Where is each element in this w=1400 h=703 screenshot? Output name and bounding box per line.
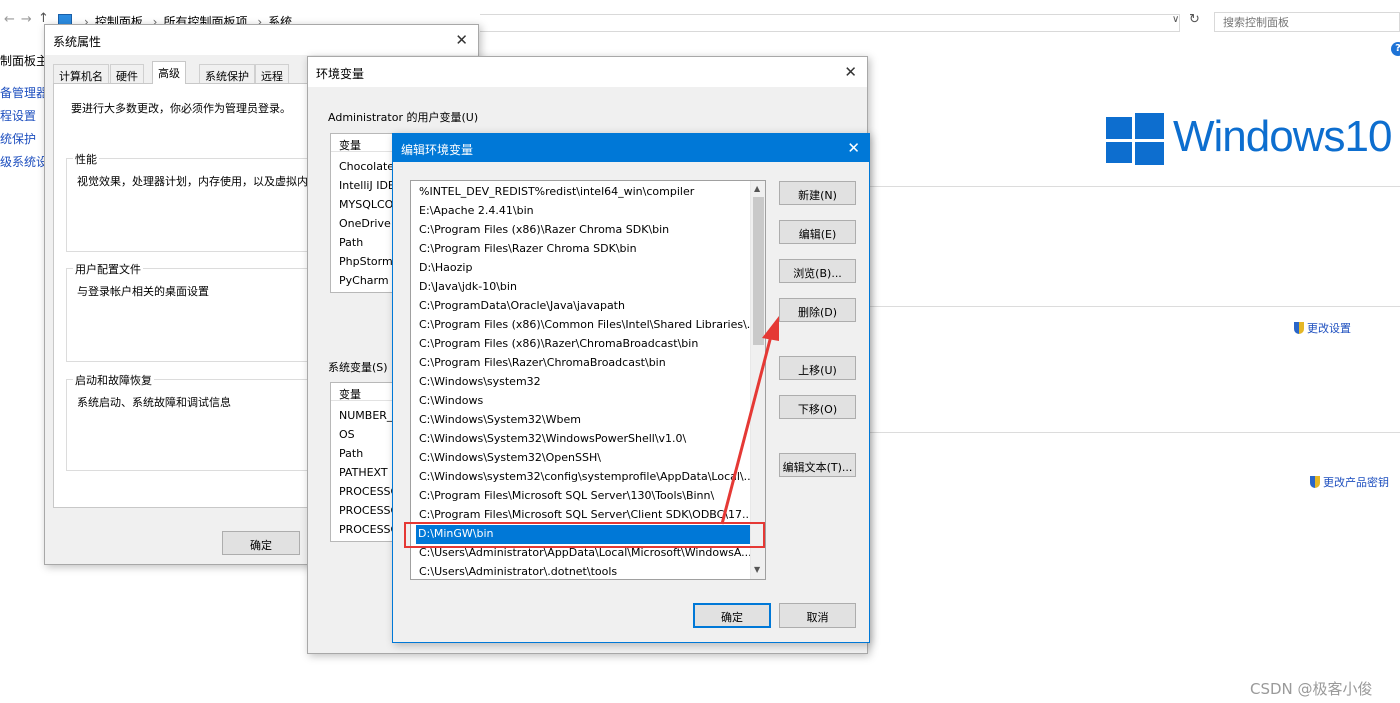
scrollbar-thumb[interactable]: [753, 197, 764, 345]
new-button[interactable]: 新建(N): [779, 181, 856, 205]
dialog-titlebar[interactable]: 编辑环境变量 ✕: [393, 134, 869, 162]
tab-remote[interactable]: 远程: [255, 64, 289, 84]
shield-icon: [1310, 476, 1320, 488]
path-item[interactable]: C:\Windows\System32\Wbem: [417, 411, 751, 430]
ok-button[interactable]: 确定: [222, 531, 300, 555]
refresh-icon[interactable]: ↻: [1189, 12, 1200, 27]
move-down-button[interactable]: 下移(O): [779, 395, 856, 419]
list-item[interactable]: Chocolate: [339, 160, 394, 173]
path-item[interactable]: E:\Apache 2.4.41\bin: [417, 202, 751, 221]
browse-button[interactable]: 浏览(B)...: [779, 259, 856, 283]
path-item[interactable]: C:\Windows: [417, 392, 751, 411]
close-icon[interactable]: ✕: [455, 31, 468, 49]
list-item[interactable]: PROCESSO: [339, 504, 399, 517]
list-item[interactable]: PyCharm: [339, 274, 389, 287]
path-item[interactable]: C:\Windows\system32: [417, 373, 751, 392]
window-titlebar[interactable]: 系统属性 ✕: [45, 25, 478, 55]
list-item[interactable]: NUMBER_: [339, 409, 392, 422]
tab-hardware[interactable]: 硬件: [110, 64, 144, 84]
list-item[interactable]: PROCESSO: [339, 485, 399, 498]
window-title: 环境变量: [316, 67, 365, 81]
path-item[interactable]: C:\Program Files (x86)\Razer\ChromaBroad…: [417, 335, 751, 354]
admin-notice: 要进行大多数更改，你必须作为管理员登录。: [71, 102, 291, 115]
list-item[interactable]: PATHEXT: [339, 466, 388, 479]
path-item[interactable]: C:\Program Files (x86)\Common Files\Inte…: [417, 316, 751, 335]
list-item[interactable]: PhpStorm: [339, 255, 393, 268]
sidebar-item-remote-settings[interactable]: 程设置: [0, 107, 36, 124]
highlight-box: [404, 522, 765, 548]
search-input[interactable]: [1214, 12, 1400, 32]
divider: [870, 306, 1400, 307]
window-titlebar[interactable]: 环境变量 ✕: [308, 57, 867, 87]
group-title: 用户配置文件: [73, 261, 143, 277]
list-item[interactable]: MYSQLCO: [339, 198, 393, 211]
edit-button[interactable]: 编辑(E): [779, 220, 856, 244]
address-field-outline[interactable]: [480, 14, 1180, 32]
path-item[interactable]: C:\Windows\system32\config\systemprofile…: [417, 468, 751, 487]
sidebar-item-device-manager[interactable]: 备管理器: [0, 84, 48, 101]
path-item[interactable]: D:\Java\jdk-10\bin: [417, 278, 751, 297]
group-title: 性能: [73, 151, 99, 167]
close-icon[interactable]: ✕: [844, 63, 857, 81]
sidebar-item-system-protection[interactable]: 统保护: [0, 130, 36, 147]
list-item[interactable]: IntelliJ IDE: [339, 179, 395, 192]
user-vars-label: Administrator 的用户变量(U): [328, 111, 479, 124]
group-title: 启动和故障恢复: [73, 372, 154, 388]
tab-system-protection[interactable]: 系统保护: [199, 64, 255, 84]
move-up-button[interactable]: 上移(U): [779, 356, 856, 380]
dialog-title: 编辑环境变量: [401, 143, 474, 157]
system-vars-label: 系统变量(S): [328, 361, 388, 374]
path-item[interactable]: C:\Windows\System32\OpenSSH\: [417, 449, 751, 468]
watermark: CSDN @极客小俊: [1250, 680, 1373, 698]
path-item[interactable]: C:\Windows\System32\WindowsPowerShell\v1…: [417, 430, 751, 449]
path-item[interactable]: C:\Program Files\Razer\ChromaBroadcast\b…: [417, 354, 751, 373]
change-product-key-link[interactable]: 更改产品密钥: [1310, 474, 1389, 490]
change-settings-link[interactable]: 更改设置: [1294, 320, 1351, 336]
window-title: 系统属性: [53, 35, 102, 49]
delete-button[interactable]: 删除(D): [779, 298, 856, 322]
ok-button[interactable]: 确定: [693, 603, 771, 628]
list-item[interactable]: Path: [339, 236, 363, 249]
tab-advanced[interactable]: 高级: [152, 61, 186, 84]
group-text: 系统启动、系统故障和调试信息: [77, 396, 231, 409]
group-text: 视觉效果，处理器计划，内存使用，以及虚拟内: [77, 175, 308, 188]
windows-logo-icon: [1106, 113, 1164, 165]
divider: [870, 186, 1400, 187]
path-item[interactable]: C:\ProgramData\Oracle\Java\javapath: [417, 297, 751, 316]
scroll-down-icon[interactable]: ▼: [754, 565, 760, 574]
path-item[interactable]: C:\Users\Administrator\.dotnet\tools: [417, 563, 751, 579]
chevron-down-icon[interactable]: ∨: [1172, 14, 1179, 25]
scroll-up-icon[interactable]: ▲: [754, 184, 760, 193]
edit-environment-variable-dialog: 编辑环境变量 ✕ %INTEL_DEV_REDIST%redist\intel6…: [392, 133, 870, 643]
tab-computer-name[interactable]: 计算机名: [53, 64, 109, 84]
path-item[interactable]: C:\Program Files\Microsoft SQL Server\13…: [417, 487, 751, 506]
back-forward-icon[interactable]: ←→: [4, 12, 38, 27]
path-item[interactable]: %INTEL_DEV_REDIST%redist\intel64_win\com…: [417, 183, 751, 202]
list-item[interactable]: PROCESSO: [339, 523, 399, 536]
vertical-scrollbar[interactable]: ▲ ▼: [750, 181, 765, 579]
path-item[interactable]: C:\Program Files (x86)\Razer Chroma SDK\…: [417, 221, 751, 240]
shield-icon: [1294, 322, 1304, 334]
list-item[interactable]: Path: [339, 447, 363, 460]
group-text: 与登录帐户相关的桌面设置: [77, 285, 209, 298]
path-item[interactable]: C:\Program Files\Razer Chroma SDK\bin: [417, 240, 751, 259]
close-icon[interactable]: ✕: [847, 139, 860, 157]
cancel-button[interactable]: 取消: [779, 603, 856, 628]
help-icon[interactable]: ?: [1391, 42, 1400, 56]
edit-text-button[interactable]: 编辑文本(T)...: [779, 453, 856, 477]
list-item[interactable]: OneDrive: [339, 217, 391, 230]
divider: [870, 432, 1400, 433]
path-item[interactable]: D:\Haozip: [417, 259, 751, 278]
path-list[interactable]: %INTEL_DEV_REDIST%redist\intel64_win\com…: [410, 180, 766, 580]
list-item[interactable]: OS: [339, 428, 355, 441]
windows-logo-text: Windows10: [1173, 112, 1392, 161]
